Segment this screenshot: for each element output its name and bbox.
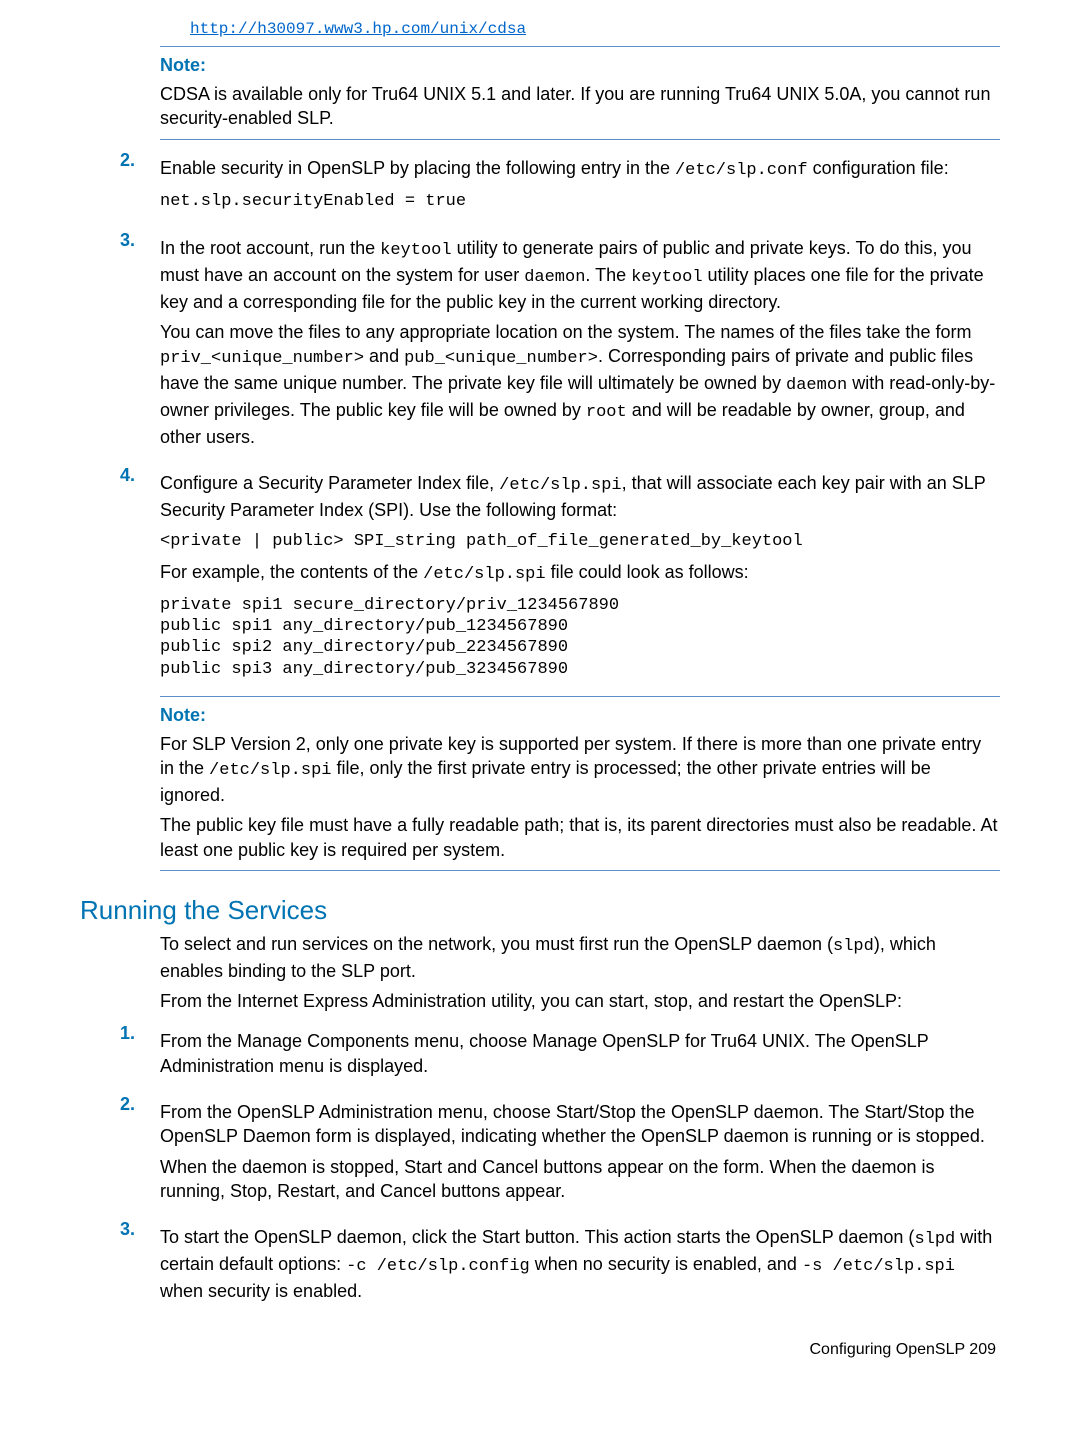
code-inline: keytool <box>380 241 451 260</box>
step-number: 2. <box>120 1094 160 1209</box>
code-block: private spi1 secure_directory/priv_12345… <box>160 595 1000 680</box>
code-inline: -c /etc/slp.config <box>346 1257 530 1276</box>
code-inline: /etc/slp.conf <box>675 161 808 180</box>
note-text: CDSA is available only for Tru64 UNIX 5.… <box>160 82 1000 131</box>
note-text: The public key file must have a fully re… <box>160 813 1000 862</box>
code-block: <private | public> SPI_string path_of_fi… <box>160 531 1000 552</box>
page-footer: Configuring OpenSLP 209 <box>80 1341 1000 1359</box>
rule <box>160 139 1000 140</box>
code-inline: root <box>586 403 627 422</box>
code-inline: -s /etc/slp.spi <box>802 1257 955 1276</box>
step-text: Configure a Security Parameter Index fil… <box>160 471 1000 522</box>
code-block: net.slp.securityEnabled = true <box>160 191 1000 212</box>
step-text: Enable security in OpenSLP by placing th… <box>160 156 1000 183</box>
code-inline: slpd <box>833 937 874 956</box>
note-text: For SLP Version 2, only one private key … <box>160 732 1000 808</box>
step-number: 3. <box>120 1219 160 1309</box>
code-inline: priv_<unique_number> <box>160 349 364 368</box>
section-heading: Running the Services <box>80 895 1000 926</box>
step-text: When the daemon is stopped, Start and Ca… <box>160 1155 1000 1204</box>
step-text: You can move the files to any appropriat… <box>160 320 1000 449</box>
rule <box>160 870 1000 871</box>
step-number: 3. <box>120 230 160 456</box>
note-heading: Note: <box>160 705 1000 726</box>
step-text: To start the OpenSLP daemon, click the S… <box>160 1225 1000 1303</box>
step-number: 4. <box>120 465 160 687</box>
note-heading: Note: <box>160 55 1000 76</box>
step-number: 2. <box>120 150 160 220</box>
code-inline: pub_<unique_number> <box>404 349 598 368</box>
code-inline: daemon <box>524 268 585 287</box>
code-inline: /etc/slp.spi <box>423 565 545 584</box>
code-inline: /etc/slp.spi <box>499 476 621 495</box>
code-inline: daemon <box>786 376 847 395</box>
code-inline: /etc/slp.spi <box>209 761 331 780</box>
rule <box>160 46 1000 47</box>
step-text: From the OpenSLP Administration menu, ch… <box>160 1100 1000 1149</box>
step-text: From the Manage Components menu, choose … <box>160 1029 1000 1078</box>
code-inline: slpd <box>914 1230 955 1249</box>
step-number: 1. <box>120 1023 160 1084</box>
step-text: For example, the contents of the /etc/sl… <box>160 560 1000 587</box>
rule <box>160 696 1000 697</box>
step-text: In the root account, run the keytool uti… <box>160 236 1000 314</box>
body-text: To select and run services on the networ… <box>160 932 1000 983</box>
cdsa-link[interactable]: http://h30097.www3.hp.com/unix/cdsa <box>190 20 526 38</box>
code-inline: keytool <box>631 268 702 287</box>
body-text: From the Internet Express Administration… <box>160 989 1000 1013</box>
